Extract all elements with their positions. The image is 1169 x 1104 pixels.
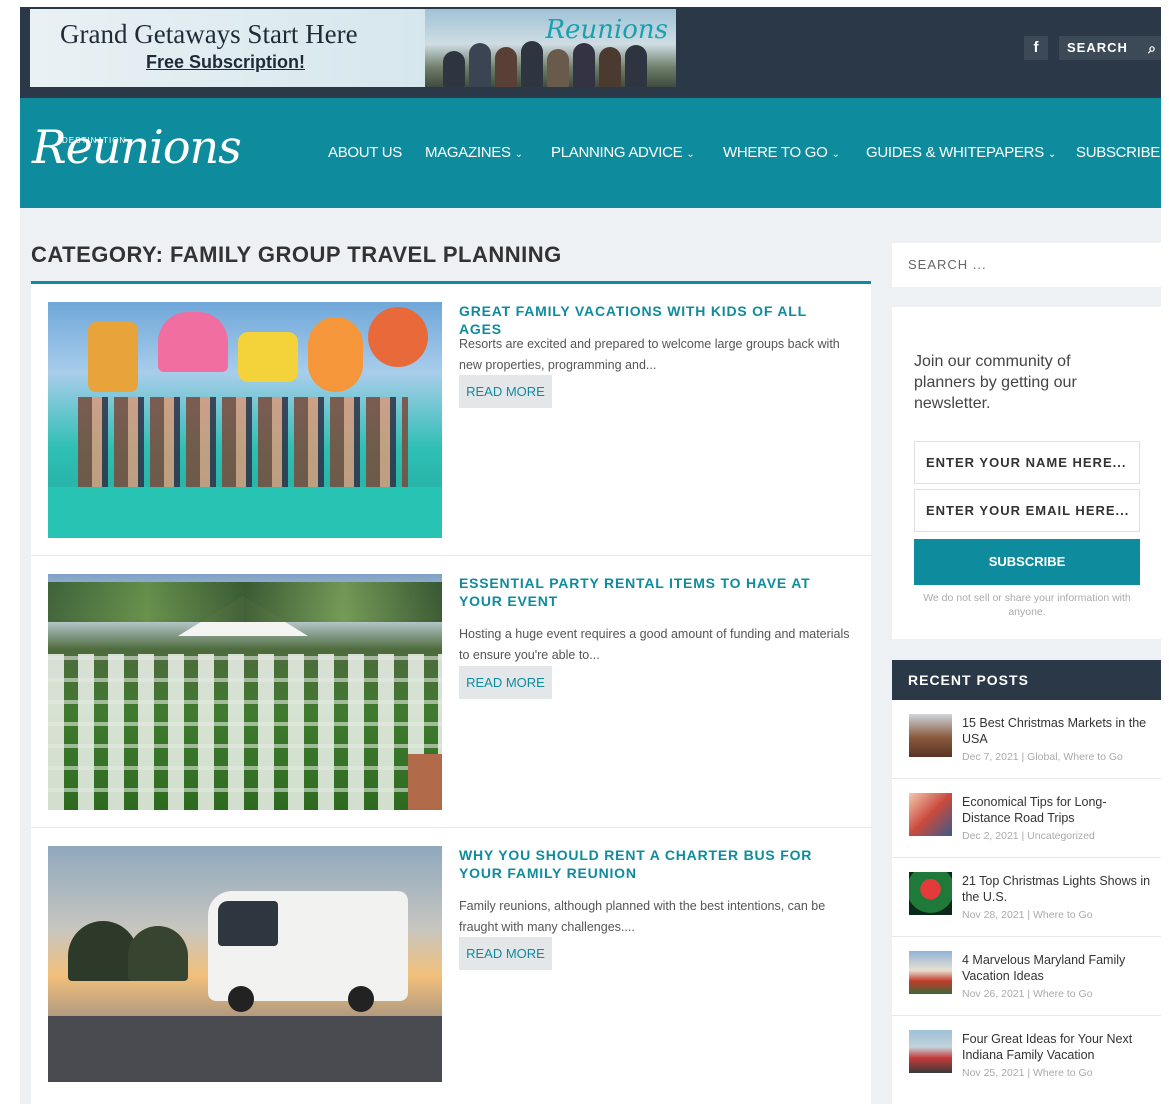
- page-title: CATEGORY: FAMILY GROUP TRAVEL PLANNING: [31, 242, 562, 267]
- top-bar: Grand Getaways Start Here Free Subscript…: [20, 7, 1161, 98]
- nav-item-label: GUIDES & WHITEPAPERS: [866, 144, 1044, 161]
- promo-logo: Reunions: [545, 15, 668, 45]
- post-image[interactable]: [48, 302, 442, 538]
- recent-post-thumbnail[interactable]: [909, 1030, 952, 1073]
- recent-posts-heading: RECENT POSTS: [892, 660, 1161, 700]
- recent-post-title[interactable]: Economical Tips for Long-Distance Road T…: [962, 794, 1152, 826]
- read-more-button[interactable]: READ MORE: [459, 666, 552, 699]
- recent-post-item[interactable]: 21 Top Christmas Lights Shows in the U.S…: [892, 858, 1161, 937]
- nav-item-label: ABOUT US: [328, 144, 403, 161]
- recent-posts-list: 15 Best Christmas Markets in the USA Dec…: [892, 700, 1161, 1104]
- post-title[interactable]: GREAT FAMILY VACATIONS WITH KIDS OF ALL …: [459, 302, 851, 338]
- magnifier-icon: ⌕: [1148, 40, 1157, 56]
- post-list: GREAT FAMILY VACATIONS WITH KIDS OF ALL …: [31, 281, 871, 1104]
- recent-post-item[interactable]: 15 Best Christmas Markets in the USA Dec…: [892, 700, 1161, 779]
- recent-post-meta: Dec 2, 2021 | Uncategorized: [962, 830, 1095, 842]
- nav-item-label: SUBSCRIBE: [1076, 144, 1160, 161]
- newsletter-text: Join our community of planners by gettin…: [914, 353, 1077, 412]
- nav-item-about-us[interactable]: ABOUT US: [328, 144, 402, 161]
- recent-post-meta: Nov 28, 2021 | Where to Go: [962, 909, 1093, 921]
- promo-banner[interactable]: Grand Getaways Start Here Free Subscript…: [30, 9, 676, 87]
- recent-post-thumbnail[interactable]: [909, 951, 952, 994]
- recent-post-meta: Nov 26, 2021 | Where to Go: [962, 988, 1093, 1000]
- recent-post-thumbnail[interactable]: [909, 872, 952, 915]
- post-item: WHY YOU SHOULD RENT A CHARTER BUS FOR YO…: [31, 828, 871, 1104]
- site-logo-tagline: DESTINATION: [62, 136, 127, 145]
- promo-photo: Reunions: [425, 9, 676, 87]
- post-item: ESSENTIAL PARTY RENTAL ITEMS TO HAVE AT …: [31, 556, 871, 828]
- nav-item-guides-whitepapers[interactable]: GUIDES & WHITEPAPERS ⌄: [866, 144, 1056, 161]
- recent-post-item[interactable]: 4 Marvelous Maryland Family Vacation Ide…: [892, 937, 1161, 1016]
- read-more-button[interactable]: READ MORE: [459, 375, 552, 408]
- recent-post-thumbnail[interactable]: [909, 714, 952, 757]
- chevron-down-icon: ⌄: [831, 149, 840, 160]
- post-image[interactable]: [48, 574, 442, 810]
- recent-post-meta: Dec 7, 2021 | Global, Where to Go: [962, 751, 1123, 763]
- site-logo[interactable]: Reunions: [32, 120, 242, 174]
- top-search-label: SEARCH: [1067, 40, 1128, 55]
- newsletter-widget: Join our community of planners by gettin…: [892, 307, 1161, 639]
- recent-post-title[interactable]: 15 Best Christmas Markets in the USA: [962, 715, 1152, 747]
- recent-post-title[interactable]: Four Great Ideas for Your Next Indiana F…: [962, 1031, 1152, 1063]
- promo-subscription-link[interactable]: Free Subscription!: [146, 52, 305, 73]
- chevron-down-icon: ⌄: [514, 149, 523, 160]
- nav-item-where-to-go[interactable]: WHERE TO GO ⌄: [723, 144, 840, 161]
- main-nav: Reunions DESTINATION ABOUT US MAGAZINES ⌄…: [20, 98, 1161, 208]
- recent-post-meta: Nov 25, 2021 | Where to Go: [962, 1067, 1093, 1079]
- post-title[interactable]: WHY YOU SHOULD RENT A CHARTER BUS FOR YO…: [459, 846, 851, 882]
- recent-post-title[interactable]: 21 Top Christmas Lights Shows in the U.S…: [962, 873, 1152, 905]
- newsletter-name-field[interactable]: ENTER YOUR NAME HERE...: [914, 441, 1140, 484]
- nav-item-planning-advice[interactable]: PLANNING ADVICE ⌄: [551, 144, 695, 161]
- post-item: GREAT FAMILY VACATIONS WITH KIDS OF ALL …: [31, 284, 871, 556]
- newsletter-privacy-note: We do not sell or share your information…: [923, 592, 1131, 618]
- recent-post-item[interactable]: Economical Tips for Long-Distance Road T…: [892, 779, 1161, 858]
- chevron-down-icon: ⌄: [686, 149, 695, 160]
- top-search-button[interactable]: SEARCH ⌕: [1059, 36, 1161, 60]
- post-excerpt: Resorts are excited and prepared to welc…: [459, 337, 840, 372]
- recent-post-title[interactable]: 4 Marvelous Maryland Family Vacation Ide…: [962, 952, 1152, 984]
- post-excerpt: Hosting a huge event requires a good amo…: [459, 627, 850, 662]
- post-title[interactable]: ESSENTIAL PARTY RENTAL ITEMS TO HAVE AT …: [459, 574, 851, 610]
- post-excerpt: Family reunions, although planned with t…: [459, 899, 826, 934]
- promo-title: Grand Getaways Start Here: [60, 19, 358, 49]
- facebook-icon[interactable]: f: [1024, 36, 1048, 60]
- recent-post-thumbnail[interactable]: [909, 793, 952, 836]
- nav-item-label: PLANNING ADVICE: [551, 144, 683, 161]
- nav-item-label: MAGAZINES: [425, 144, 511, 161]
- newsletter-email-field[interactable]: ENTER YOUR EMAIL HERE...: [914, 489, 1140, 532]
- nav-item-magazines[interactable]: MAGAZINES ⌄: [425, 144, 523, 161]
- recent-post-item[interactable]: Four Great Ideas for Your Next Indiana F…: [892, 1016, 1161, 1095]
- content-area: CATEGORY: FAMILY GROUP TRAVEL PLANNING G…: [20, 208, 1161, 1104]
- chevron-down-icon: ⌄: [1047, 149, 1057, 160]
- nav-item-label: WHERE TO GO: [723, 144, 828, 161]
- newsletter-subscribe-button[interactable]: SUBSCRIBE: [914, 539, 1140, 585]
- read-more-button[interactable]: READ MORE: [459, 937, 552, 970]
- post-image[interactable]: [48, 846, 442, 1082]
- nav-item-subscribe[interactable]: SUBSCRIBE: [1076, 144, 1160, 161]
- sidebar-search-input[interactable]: SEARCH ...: [892, 243, 1161, 287]
